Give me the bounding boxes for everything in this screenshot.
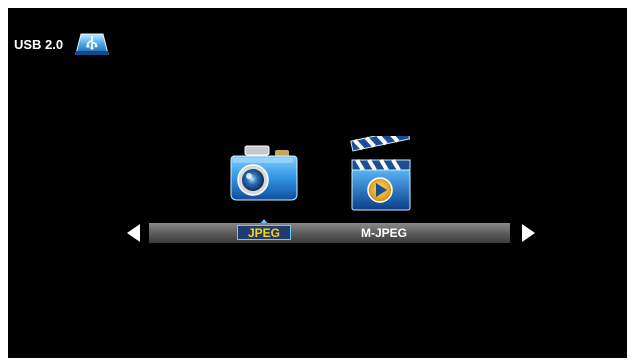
arrow-right-icon[interactable] [522, 224, 535, 242]
media-type-bar: JPEG M-JPEG [149, 223, 510, 243]
media-item-jpeg[interactable]: JPEG [237, 225, 291, 240]
arrow-left-icon[interactable] [127, 224, 140, 242]
media-item-mjpeg[interactable]: M-JPEG [354, 223, 414, 243]
media-player-screen: USB 2.0 JPEG M-JPEG [8, 8, 627, 358]
usb-status-label: USB 2.0 [14, 37, 64, 52]
usb-drive-icon [75, 33, 109, 55]
clapperboard-icon[interactable] [348, 136, 416, 214]
camera-icon[interactable] [227, 142, 299, 204]
